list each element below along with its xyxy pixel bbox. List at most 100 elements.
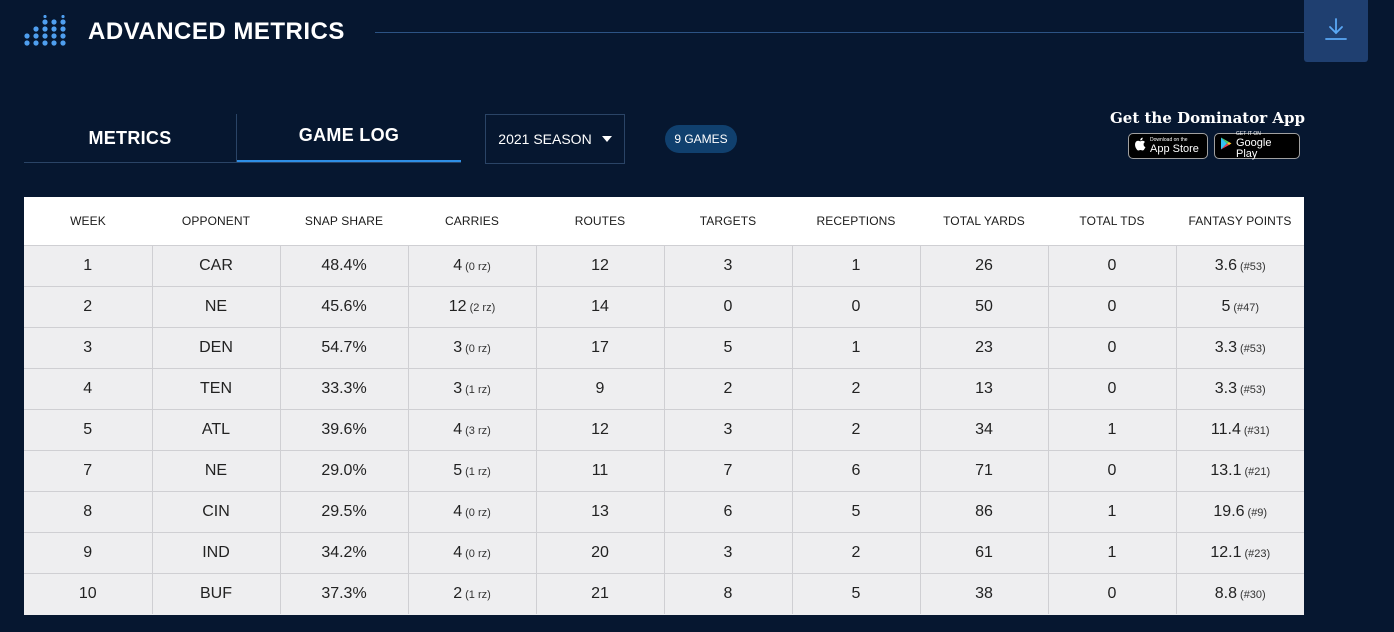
table-row: 4 TEN 33.3% 3 (1 rz) 9 2 2 13 0 3.3 (#53) (24, 368, 1304, 409)
cell-carries: 4 (3 rz) (408, 409, 537, 450)
fantasy-rank: (#53) (1240, 383, 1266, 396)
view-tabs: METRICS GAME LOG (24, 114, 461, 163)
column-header-routes[interactable]: ROUTES (536, 197, 664, 245)
cell-routes: 21 (536, 573, 665, 614)
tab-game-log-label: GAME LOG (298, 125, 400, 145)
page: ADVANCED METRICS METRICS GAME LOG 2021 S… (0, 0, 1394, 632)
table-row: 1 CAR 48.4% 4 (0 rz) 12 3 1 26 0 3.6 (#53) (24, 245, 1304, 286)
cell-routes: 13 (536, 491, 665, 532)
fantasy-rank: (#30) (1240, 588, 1266, 601)
tab-game-log[interactable]: GAME LOG (237, 114, 461, 163)
cell-targets: 2 (664, 368, 793, 409)
cell-fantasy-points: 11.4 (#31) (1176, 409, 1304, 450)
column-header-snap-share[interactable]: SNAP SHARE (280, 197, 408, 245)
game-log-grid: WEEK OPPONENT SNAP SHARE CARRIES ROUTES … (24, 197, 1304, 614)
fantasy-rank: (#23) (1244, 547, 1271, 560)
cell-routes: 14 (536, 286, 665, 327)
cell-fantasy-points-value: 8.8 (1214, 584, 1238, 602)
cell-fantasy-points: 3.6 (#53) (1176, 245, 1304, 286)
dot-grid-icon (24, 14, 66, 51)
fantasy-rank: (#47) (1233, 301, 1260, 314)
cell-total-tds: 1 (1048, 409, 1177, 450)
cell-carries-value: 3 (453, 379, 463, 397)
cell-total-tds: 0 (1048, 573, 1177, 614)
red-zone-carries: (0 rz) (465, 506, 491, 519)
cell-carries-value: 4 (453, 543, 463, 561)
cell-targets: 3 (664, 409, 793, 450)
cell-carries: 4 (0 rz) (408, 245, 537, 286)
cell-carries: 12 (2 rz) (408, 286, 537, 327)
cell-snap-share: 37.3% (280, 573, 409, 614)
cell-snap-share: 39.6% (280, 409, 409, 450)
cell-fantasy-points: 3.3 (#53) (1176, 368, 1304, 409)
column-header-week[interactable]: WEEK (24, 197, 152, 245)
cell-total-yards: 61 (920, 532, 1049, 573)
cell-receptions: 2 (792, 532, 921, 573)
cell-opponent: TEN (152, 368, 281, 409)
google-play-label: Google Play (1236, 137, 1272, 160)
download-button[interactable] (1304, 0, 1368, 62)
fantasy-rank: (#31) (1243, 424, 1270, 437)
red-zone-carries: (3 rz) (465, 424, 491, 437)
app-store-small-text: Download on the (1150, 136, 1188, 143)
cell-opponent: NE (152, 286, 281, 327)
cell-opponent: CIN (152, 491, 281, 532)
cell-receptions: 5 (792, 573, 921, 614)
column-header-targets[interactable]: TARGETS (664, 197, 792, 245)
column-header-total-tds[interactable]: TOTAL TDS (1048, 197, 1176, 245)
cell-total-yards: 38 (920, 573, 1049, 614)
app-promo-title: Get the Dominator App (1110, 109, 1305, 127)
cell-week: 3 (24, 327, 153, 368)
cell-receptions: 0 (792, 286, 921, 327)
cell-total-yards: 50 (920, 286, 1049, 327)
caret-down-icon (601, 136, 612, 142)
cell-carries-value: 4 (453, 502, 463, 520)
cell-fantasy-points-value: 5 (1221, 297, 1231, 315)
column-header-total-yards[interactable]: TOTAL YARDS (920, 197, 1048, 245)
cell-opponent: BUF (152, 573, 281, 614)
red-zone-carries: (0 rz) (465, 547, 491, 560)
app-store-button[interactable]: Download on the App Store (1128, 133, 1208, 159)
cell-routes: 20 (536, 532, 665, 573)
cell-receptions: 5 (792, 491, 921, 532)
column-header-opponent[interactable]: OPPONENT (152, 197, 280, 245)
cell-carries: 4 (0 rz) (408, 491, 537, 532)
cell-fantasy-points: 3.3 (#53) (1176, 327, 1304, 368)
red-zone-carries: (0 rz) (465, 342, 491, 355)
red-zone-carries: (1 rz) (465, 383, 491, 396)
column-header-receptions[interactable]: RECEPTIONS (792, 197, 920, 245)
cell-snap-share: 54.7% (280, 327, 409, 368)
cell-carries-value: 4 (453, 420, 463, 438)
cell-week: 7 (24, 450, 153, 491)
column-header-carries[interactable]: CARRIES (408, 197, 536, 245)
cell-total-tds: 1 (1048, 532, 1177, 573)
page-title: ADVANCED METRICS (88, 18, 345, 45)
cell-week: 4 (24, 368, 153, 409)
cell-week: 5 (24, 409, 153, 450)
table-row: 5 ATL 39.6% 4 (3 rz) 12 3 2 34 1 11.4 (#31) (24, 409, 1304, 450)
cell-fantasy-points: 5 (#47) (1176, 286, 1304, 327)
cell-total-yards: 13 (920, 368, 1049, 409)
red-zone-carries: (0 rz) (465, 260, 491, 273)
cell-opponent: CAR (152, 245, 281, 286)
cell-opponent: DEN (152, 327, 281, 368)
fantasy-rank: (#53) (1240, 342, 1266, 355)
cell-total-yards: 23 (920, 327, 1049, 368)
cell-total-tds: 0 (1048, 368, 1177, 409)
table-row: 3 DEN 54.7% 3 (0 rz) 17 5 1 23 0 3.3 (#53) (24, 327, 1304, 368)
column-header-fantasy-points[interactable]: FANTASY POINTS (1176, 197, 1304, 245)
cell-snap-share: 34.2% (280, 532, 409, 573)
season-select[interactable]: 2021 SEASON (485, 114, 625, 164)
red-zone-carries: (1 rz) (465, 588, 491, 601)
tab-metrics[interactable]: METRICS (24, 114, 236, 163)
cell-routes: 17 (536, 327, 665, 368)
table-header-row: WEEK OPPONENT SNAP SHARE CARRIES ROUTES … (24, 197, 1304, 245)
google-play-button[interactable]: GET IT ON Google Play (1214, 132, 1300, 160)
cell-week: 10 (24, 573, 153, 614)
cell-carries-value: 4 (453, 256, 463, 274)
cell-week: 2 (24, 286, 153, 327)
cell-fantasy-points-value: 3.6 (1214, 256, 1238, 274)
fantasy-rank: (#53) (1240, 260, 1266, 273)
cell-receptions: 2 (792, 368, 921, 409)
table-body: 1 CAR 48.4% 4 (0 rz) 12 3 1 26 0 3.6 (#53) 2 NE 45.6% 1… (24, 245, 1304, 614)
